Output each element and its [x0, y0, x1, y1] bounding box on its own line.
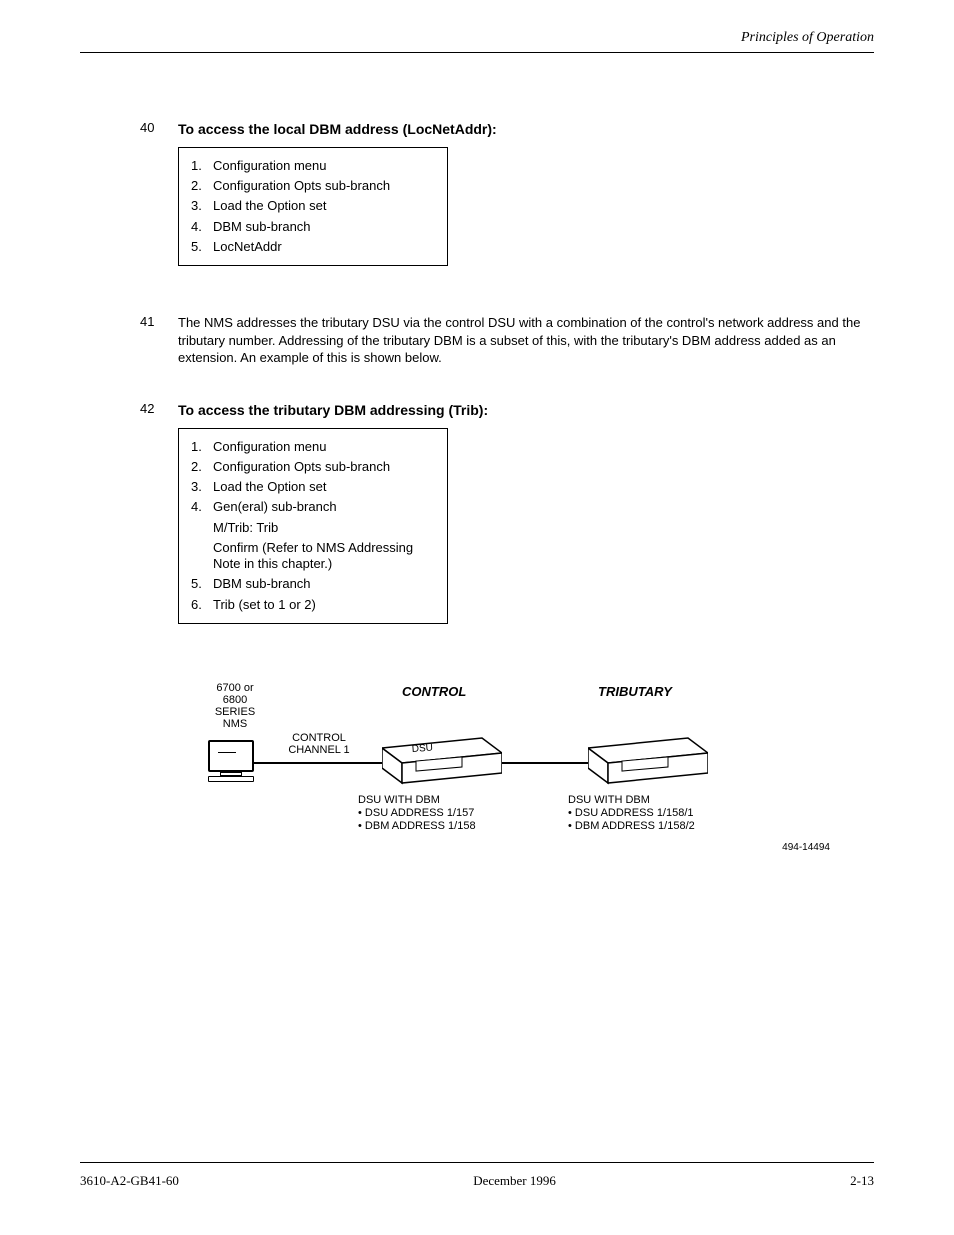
box-step-text: Configuration menu [213, 158, 435, 174]
cable-icon [254, 762, 384, 764]
role-control: CONTROL [402, 684, 466, 699]
box-step-num: 2. [191, 178, 213, 194]
step-row: 41 The NMS addresses the tributary DSU v… [140, 314, 874, 367]
page-footer: 3610-A2-GB41-60 December 1996 2-13 [80, 1173, 874, 1189]
procedure-box: 1.Configuration menu 2.Configuration Opt… [178, 428, 448, 624]
box-step-text: Configuration Opts sub-branch [213, 178, 435, 194]
control-channel-label: CONTROL CHANNEL 1 [264, 732, 374, 756]
step-row: 42 To access the tributary DBM addressin… [140, 401, 874, 664]
box-step-num: 4. [191, 219, 213, 235]
box-step-text: Load the Option set [213, 198, 435, 214]
caption-title: DSU WITH DBM [568, 794, 758, 807]
box-note: Confirm (Refer to NMS Addressing [213, 540, 435, 556]
box-step-text: Trib (set to 1 or 2) [213, 597, 435, 613]
network-diagram: 6700 or 6800 SERIES NMS CONTROL CHANNEL … [190, 682, 830, 882]
caption-line: • DSU ADDRESS 1/157 [358, 807, 528, 820]
caption-line: • DSU ADDRESS 1/158/1 [568, 807, 758, 820]
box-step-num: 2. [191, 459, 213, 475]
box-step-num: 3. [191, 479, 213, 495]
body-paragraph: The NMS addresses the tributary DSU via … [178, 314, 874, 367]
box-step-num: 1. [191, 439, 213, 455]
box-step-text: Load the Option set [213, 479, 435, 495]
box-step-text: Configuration menu [213, 439, 435, 455]
procedure-title: To access the tributary DBM addressing (… [178, 401, 874, 420]
figure-number: 494-14494 [782, 842, 830, 853]
box-step-num: 6. [191, 597, 213, 613]
device-caption: DSU WITH DBM • DSU ADDRESS 1/158/1 • DBM… [568, 794, 758, 834]
box-note: M/Trib: Trib [213, 520, 435, 536]
caption-line: • DBM ADDRESS 1/158 [358, 820, 528, 833]
box-note: Note in this chapter.) [213, 556, 435, 572]
box-step-num: 3. [191, 198, 213, 214]
caption-title: DSU WITH DBM [358, 794, 528, 807]
box-step-num: 1. [191, 158, 213, 174]
step-number: 40 [140, 120, 154, 135]
dsu-device-icon: DSU [382, 728, 502, 788]
rule-top [80, 52, 874, 53]
page-content: 40 To access the local DBM address (LocN… [140, 120, 874, 882]
box-step-text: DBM sub-branch [213, 576, 435, 592]
page-number: 2-13 [850, 1173, 874, 1189]
box-step-num: 5. [191, 239, 213, 255]
box-step-num: 4. [191, 499, 213, 515]
box-step-num: 5. [191, 576, 213, 592]
procedure-box: 1.Configuration menu 2.Configuration Opt… [178, 147, 448, 266]
dsu-device-icon [588, 728, 708, 788]
rule-bottom [80, 1162, 874, 1163]
doc-number: 3610-A2-GB41-60 [80, 1173, 179, 1189]
running-head: Principles of Operation [741, 30, 874, 46]
box-step-text: LocNetAddr [213, 239, 435, 255]
box-step-text: DBM sub-branch [213, 219, 435, 235]
dsu-tag: DSU [411, 742, 433, 754]
step-number: 41 [140, 314, 154, 329]
cable-icon [502, 762, 590, 764]
doc-date: December 1996 [473, 1173, 556, 1189]
step-row: 40 To access the local DBM address (LocN… [140, 120, 874, 306]
device-caption: DSU WITH DBM • DSU ADDRESS 1/157 • DBM A… [358, 794, 528, 834]
caption-line: • DBM ADDRESS 1/158/2 [568, 820, 758, 833]
procedure-title: To access the local DBM address (LocNetA… [178, 120, 874, 139]
role-tributary: TRIBUTARY [598, 684, 672, 699]
box-step-text: Gen(eral) sub-branch [213, 499, 435, 515]
step-number: 42 [140, 401, 154, 416]
box-step-text: Configuration Opts sub-branch [213, 459, 435, 475]
nms-label: 6700 or 6800 SERIES NMS [200, 682, 270, 730]
nms-monitor-icon [208, 740, 254, 782]
